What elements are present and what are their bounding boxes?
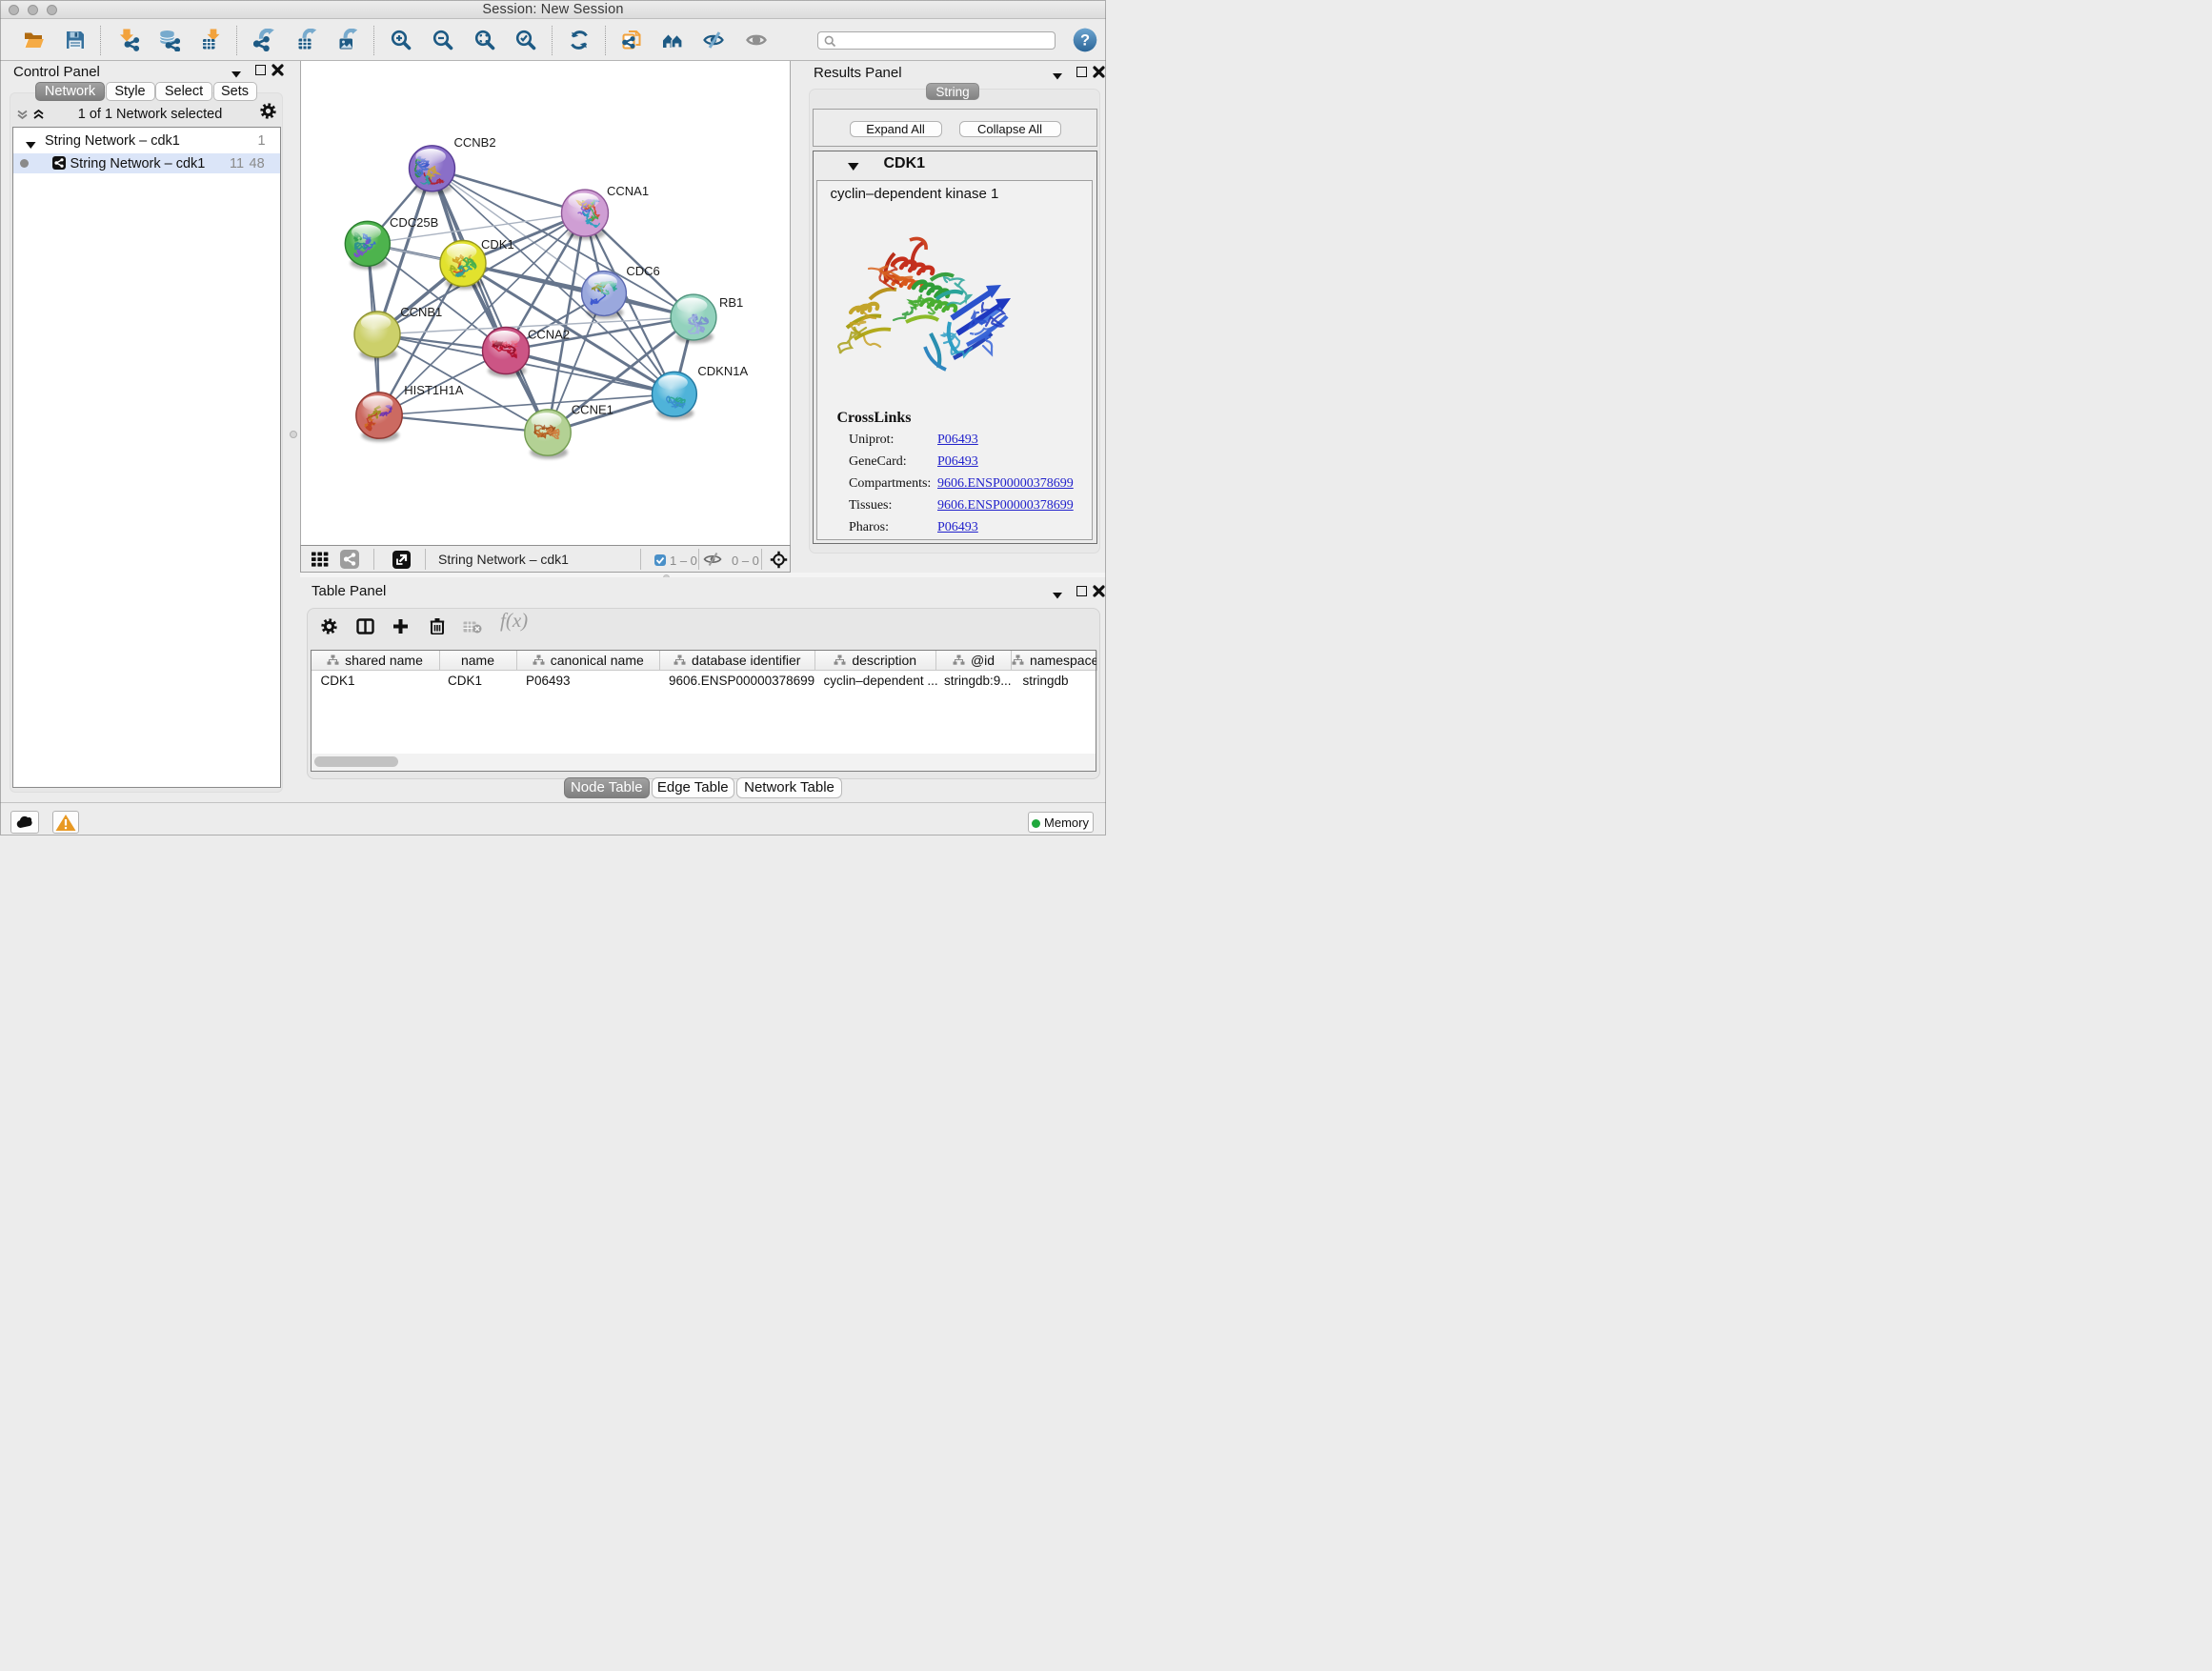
- svg-text:CCNE1: CCNE1: [572, 403, 613, 417]
- svg-text:CCNA1: CCNA1: [607, 184, 649, 198]
- svg-text:?: ?: [1080, 32, 1090, 50]
- svg-text:CDC6: CDC6: [626, 264, 659, 278]
- svg-text:CDK1: CDK1: [481, 237, 514, 252]
- svg-text:CDC25B: CDC25B: [390, 215, 438, 230]
- svg-text:CCNB1: CCNB1: [400, 305, 442, 319]
- svg-text:CCNB2: CCNB2: [454, 135, 496, 150]
- svg-text:CDKN1A: CDKN1A: [697, 364, 748, 378]
- svg-text:RB1: RB1: [719, 295, 743, 310]
- svg-text:HIST1H1A: HIST1H1A: [404, 383, 463, 397]
- svg-text:CCNA2: CCNA2: [528, 328, 570, 342]
